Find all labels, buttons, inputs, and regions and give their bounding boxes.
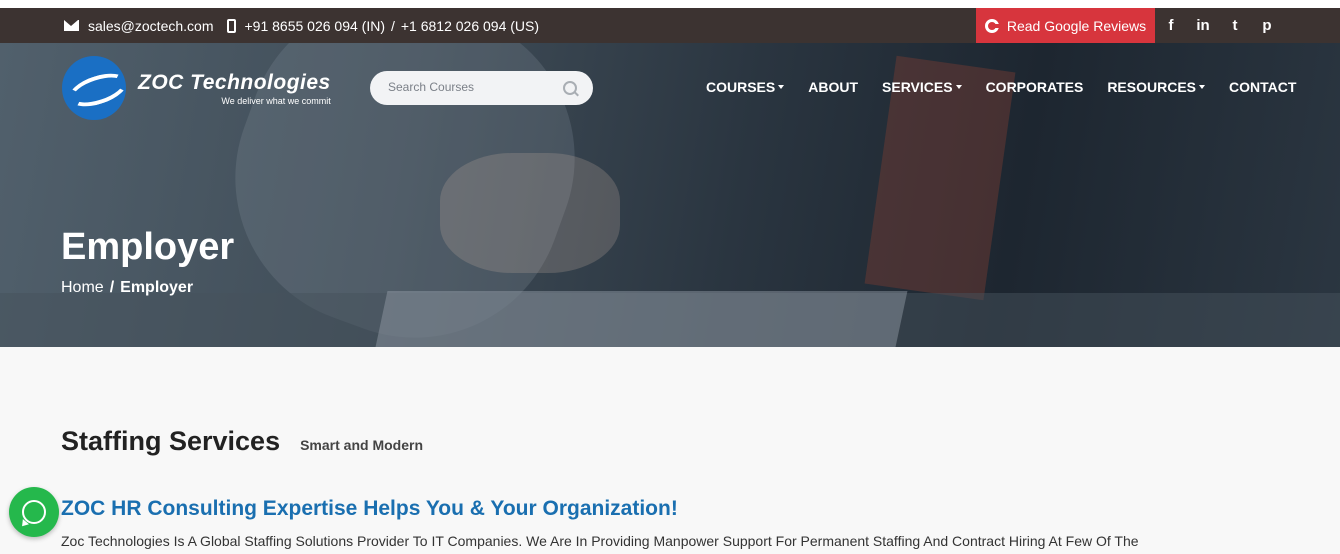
contact-info: sales@zoctech.com +91 8655 026 094 (IN) … <box>64 8 539 43</box>
nav-services[interactable]: SERVICES <box>882 79 962 95</box>
breadcrumb-separator: / <box>109 279 115 296</box>
top-contact-bar: sales@zoctech.com +91 8655 026 094 (IN) … <box>0 8 1340 43</box>
phone-us-link[interactable]: +1 6812 026 094 (US) <box>401 18 539 34</box>
envelope-icon <box>64 20 79 31</box>
caret-down-icon <box>1199 85 1205 89</box>
hero-banner: ZOC Technologies We deliver what we comm… <box>0 43 1340 347</box>
logo-text: ZOC Technologies We deliver what we comm… <box>138 71 331 106</box>
logo-title: ZOC Technologies <box>138 70 331 94</box>
main-nav: COURSES ABOUT SERVICES CORPORATES RESOUR… <box>706 79 1296 95</box>
nav-courses[interactable]: COURSES <box>706 79 785 95</box>
pinterest-icon[interactable]: p <box>1259 17 1275 34</box>
phone-in-link[interactable]: +91 8655 026 094 (IN) <box>244 18 385 34</box>
nav-corporates[interactable]: CORPORATES <box>986 79 1084 95</box>
search-input[interactable] <box>386 79 550 95</box>
read-google-reviews-button[interactable]: Read Google Reviews <box>976 8 1155 43</box>
whatsapp-chat-button[interactable] <box>9 487 59 537</box>
twitter-icon[interactable]: t <box>1227 17 1243 34</box>
nav-about[interactable]: ABOUT <box>808 79 858 95</box>
search-box <box>370 71 593 105</box>
social-links: f in t p <box>1163 8 1275 43</box>
google-icon <box>984 18 999 33</box>
search-icon[interactable] <box>563 81 577 95</box>
email-link[interactable]: sales@zoctech.com <box>88 18 213 34</box>
logo-tagline: We deliver what we commit <box>221 95 331 106</box>
section-title: Staffing Services <box>61 426 281 456</box>
caret-down-icon <box>955 85 962 89</box>
section-heading: Staffing Services Smart and Modern <box>61 426 423 457</box>
whatsapp-icon <box>22 500 46 524</box>
breadcrumb-home-link[interactable]: Home <box>61 279 104 296</box>
hero-bg-papers <box>372 291 908 347</box>
page-title: Employer <box>61 226 235 268</box>
hero-bg-handshake <box>440 153 620 273</box>
section-subtitle: Smart and Modern <box>300 437 423 453</box>
caret-down-icon <box>778 85 785 89</box>
intro-paragraph: Zoc Technologies Is A Global Staffing So… <box>61 533 1139 549</box>
mobile-phone-icon <box>227 18 237 33</box>
breadcrumb: Home / Employer <box>61 279 193 297</box>
nav-resources[interactable]: RESOURCES <box>1107 79 1205 95</box>
facebook-icon[interactable]: f <box>1163 17 1179 34</box>
breadcrumb-current: Employer <box>120 279 194 296</box>
sub-heading: ZOC HR Consulting Expertise Helps You & … <box>61 497 678 520</box>
phone-separator: / <box>390 17 395 34</box>
linkedin-icon[interactable]: in <box>1195 17 1211 34</box>
nav-contact[interactable]: CONTACT <box>1229 79 1296 95</box>
reviews-label: Read Google Reviews <box>1006 17 1147 34</box>
logo-swoosh-icon <box>62 56 126 120</box>
site-logo[interactable]: ZOC Technologies We deliver what we comm… <box>62 56 331 120</box>
